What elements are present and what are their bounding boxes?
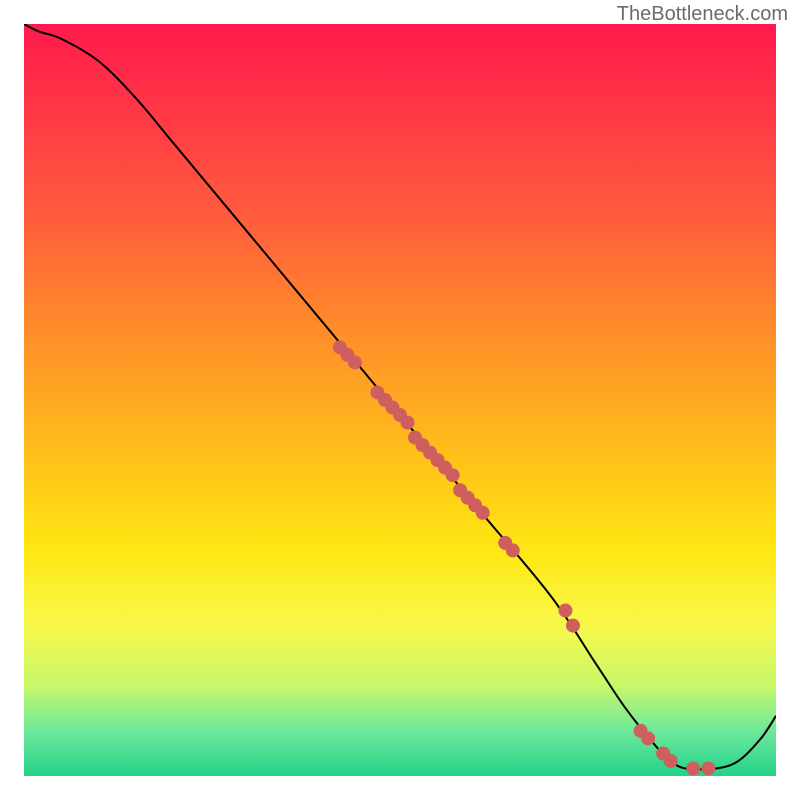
data-point (701, 761, 715, 775)
data-point (348, 355, 362, 369)
chart-container: TheBottleneck.com (0, 0, 800, 800)
data-point (641, 731, 655, 745)
data-point (664, 754, 678, 768)
plot-area (24, 24, 776, 776)
data-point (476, 506, 490, 520)
watermark-text: TheBottleneck.com (617, 3, 788, 26)
data-points-group (333, 340, 715, 775)
data-point (446, 468, 460, 482)
data-point (401, 416, 415, 430)
data-point (558, 604, 572, 618)
data-point (686, 761, 700, 775)
data-point (506, 543, 520, 557)
data-point (566, 619, 580, 633)
curve-line (24, 24, 776, 769)
plot-svg (24, 24, 776, 776)
